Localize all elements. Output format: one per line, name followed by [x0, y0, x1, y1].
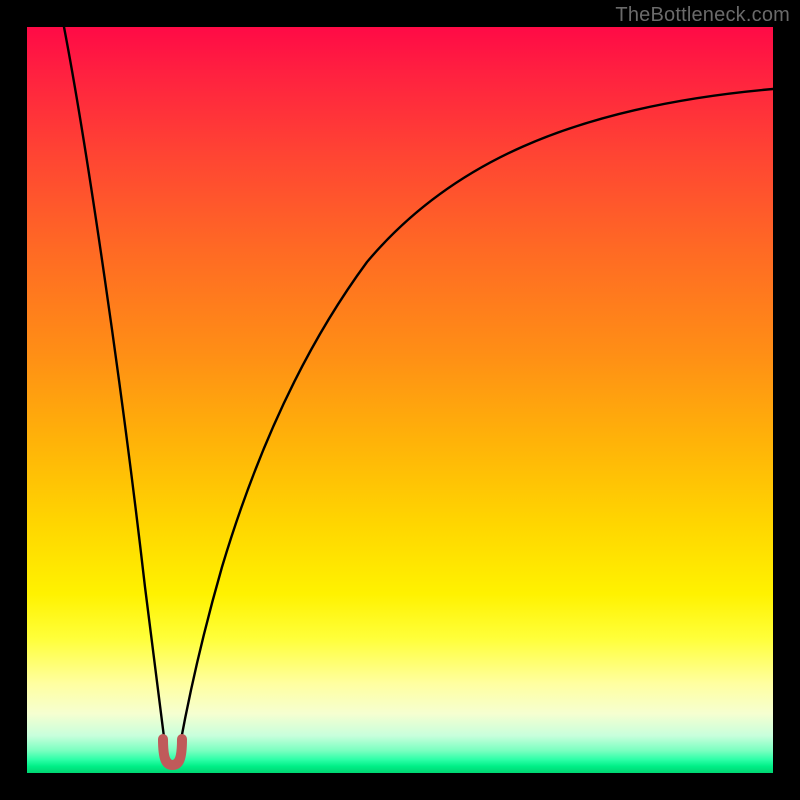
plot-area: [27, 27, 773, 773]
watermark-text: TheBottleneck.com: [615, 4, 790, 27]
curve-left-branch: [64, 27, 165, 745]
valley-marker-icon: [163, 739, 182, 765]
chart-frame: TheBottleneck.com: [0, 0, 800, 800]
curve-right-branch: [180, 89, 773, 745]
bottleneck-curve: [27, 27, 773, 773]
